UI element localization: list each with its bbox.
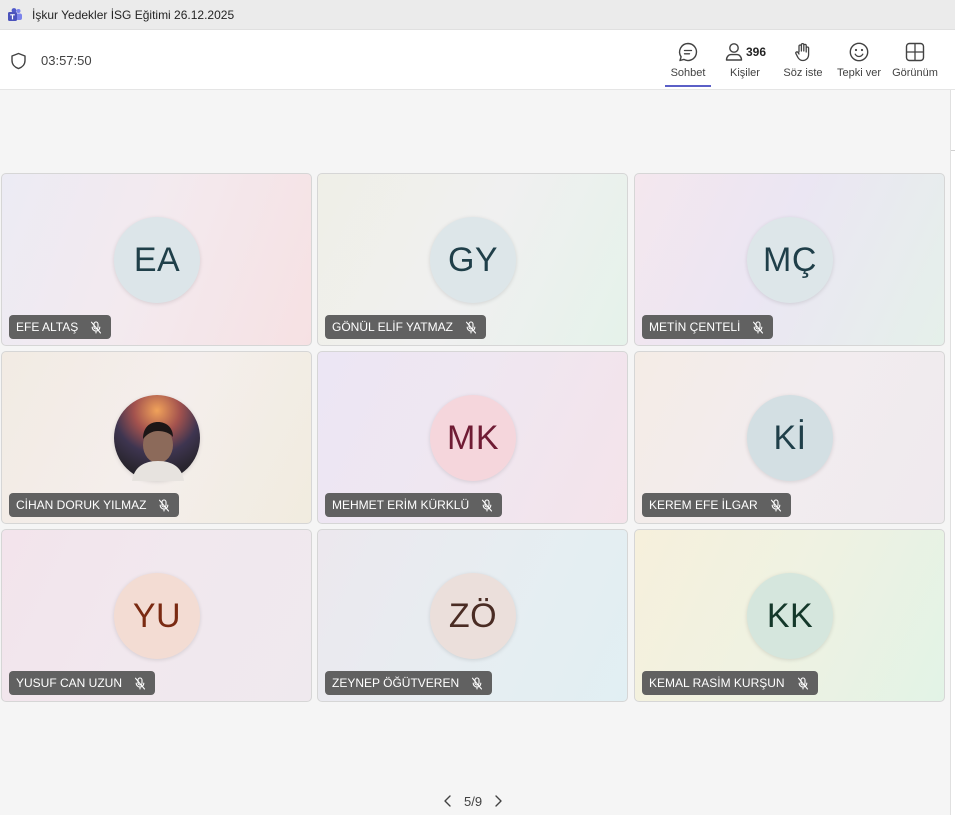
chevron-left-icon[interactable] bbox=[440, 793, 456, 809]
participant-name: CİHAN DORUK YILMAZ bbox=[16, 498, 147, 512]
participant-photo bbox=[114, 395, 200, 481]
participant-name: GÖNÜL ELİF YATMAZ bbox=[332, 320, 453, 334]
layout-grid-icon bbox=[905, 42, 925, 62]
raise-hand-label: Söz iste bbox=[783, 67, 823, 79]
react-label: Tepki ver bbox=[836, 67, 882, 79]
participant-tile[interactable]: ZÖ ZEYNEP ÖĞÜTVEREN bbox=[317, 529, 628, 702]
people-button[interactable]: Kişiler bbox=[722, 36, 768, 86]
participant-tile[interactable]: CİHAN DORUK YILMAZ bbox=[1, 351, 312, 524]
participant-avatar: MK bbox=[430, 395, 516, 481]
participant-avatar: KK bbox=[747, 573, 833, 659]
chat-button[interactable]: Sohbet bbox=[665, 36, 711, 86]
participant-tile[interactable]: YU YUSUF CAN UZUN bbox=[1, 529, 312, 702]
participant-avatar: MÇ bbox=[747, 217, 833, 303]
meeting-timer: 03:57:50 bbox=[41, 53, 92, 68]
mic-off-icon bbox=[770, 498, 781, 512]
mic-off-icon bbox=[91, 320, 102, 334]
participant-avatar: GY bbox=[430, 217, 516, 303]
mic-off-icon bbox=[482, 498, 493, 512]
people-icon bbox=[725, 43, 743, 61]
participant-tile[interactable]: GY GÖNÜL ELİF YATMAZ bbox=[317, 173, 628, 346]
chevron-right-icon[interactable] bbox=[490, 793, 506, 809]
meeting-toolbar: 03:57:50 Sohbet Kişiler 396 Söz iste Tep… bbox=[0, 30, 955, 90]
side-panel-edge bbox=[950, 90, 955, 815]
participant-name-tag: YUSUF CAN UZUN bbox=[9, 671, 156, 695]
participant-tile[interactable]: KK KEMAL RASİM KURŞUN bbox=[634, 529, 945, 702]
emoji-icon bbox=[849, 42, 869, 62]
chat-label: Sohbet bbox=[670, 67, 706, 79]
mic-off-icon bbox=[472, 676, 483, 690]
participant-avatar: Kİ bbox=[747, 395, 833, 481]
participant-avatar: ZÖ bbox=[430, 573, 516, 659]
title-bar: İşkur Yedekler İSG Eğitimi 26.12.2025 bbox=[0, 0, 955, 30]
participant-name-tag: EFE ALTAŞ bbox=[9, 315, 112, 339]
page-indicator: 5/9 bbox=[464, 793, 483, 809]
mic-off-icon bbox=[159, 498, 170, 512]
participant-name: MEHMET ERİM KÜRKLÜ bbox=[332, 498, 470, 512]
mic-off-icon bbox=[753, 320, 764, 334]
person-photo-icon bbox=[132, 422, 184, 481]
participant-name-tag: MEHMET ERİM KÜRKLÜ bbox=[325, 493, 503, 517]
participant-name: KEMAL RASİM KURŞUN bbox=[649, 676, 785, 690]
participant-tile[interactable]: EA EFE ALTAŞ bbox=[1, 173, 312, 346]
raise-hand-button[interactable]: Söz iste bbox=[780, 36, 826, 86]
participant-avatar: EA bbox=[114, 217, 200, 303]
participant-name-tag: GÖNÜL ELİF YATMAZ bbox=[325, 315, 486, 339]
participant-tile[interactable]: Kİ KEREM EFE İLGAR bbox=[634, 351, 945, 524]
participant-tile[interactable]: MÇ METİN ÇENTELİ bbox=[634, 173, 945, 346]
raise-hand-icon bbox=[795, 43, 810, 62]
participant-name-tag: KEREM EFE İLGAR bbox=[642, 493, 791, 517]
participant-avatar: YU bbox=[114, 573, 200, 659]
view-button[interactable]: Görünüm bbox=[890, 36, 940, 86]
participant-name: METİN ÇENTELİ bbox=[649, 320, 741, 334]
mic-off-icon bbox=[465, 320, 476, 334]
participant-name-tag: CİHAN DORUK YILMAZ bbox=[9, 493, 180, 517]
window-title: İşkur Yedekler İSG Eğitimi 26.12.2025 bbox=[32, 8, 235, 22]
view-label: Görünüm bbox=[892, 67, 938, 79]
people-count: 396 bbox=[746, 45, 767, 59]
participant-name: ZEYNEP ÖĞÜTVEREN bbox=[332, 676, 460, 690]
chat-icon bbox=[678, 42, 698, 62]
participant-tile[interactable]: MK MEHMET ERİM KÜRKLÜ bbox=[317, 351, 628, 524]
participant-name: KEREM EFE İLGAR bbox=[649, 498, 758, 512]
participant-name: YUSUF CAN UZUN bbox=[16, 676, 123, 690]
participant-name-tag: KEMAL RASİM KURŞUN bbox=[642, 671, 818, 695]
shield-icon[interactable] bbox=[10, 52, 27, 70]
react-button[interactable]: Tepki ver bbox=[834, 36, 884, 86]
participant-name-tag: METİN ÇENTELİ bbox=[642, 315, 774, 339]
active-tab-indicator bbox=[665, 85, 711, 87]
side-panel-divider bbox=[951, 150, 955, 151]
teams-app-icon bbox=[8, 8, 22, 21]
participant-name: EFE ALTAŞ bbox=[16, 320, 79, 334]
people-label: Kişiler bbox=[730, 67, 760, 79]
pagination: 5/9 bbox=[440, 792, 506, 810]
mic-off-icon bbox=[134, 676, 146, 690]
mic-off-icon bbox=[797, 676, 808, 690]
participant-name-tag: ZEYNEP ÖĞÜTVEREN bbox=[325, 671, 493, 695]
